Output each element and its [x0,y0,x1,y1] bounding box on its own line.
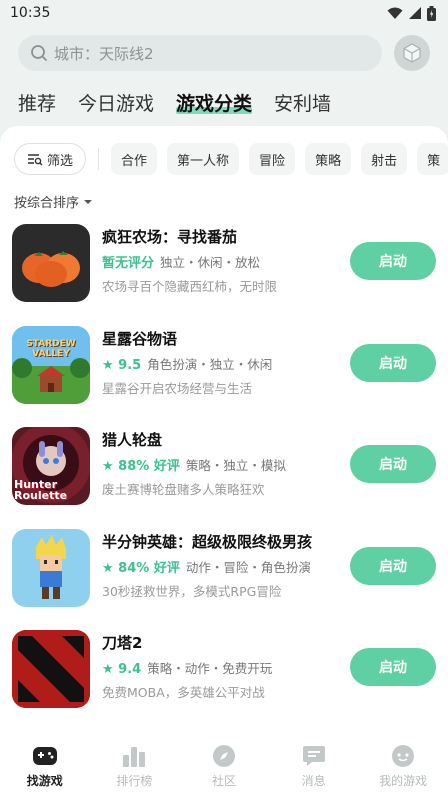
launch-button[interactable]: 启动 [350,546,436,585]
game-description: 星露谷开启农场经营与生活 [102,380,253,396]
tab-today-games[interactable]: 今日游戏 [78,89,154,116]
game-item[interactable]: 半分钟英雄：超级极限终极男孩 ★ 84% 好评 动作・冒险・角色扮演 30秒拯救世… [0,527,448,629]
nav-find-games[interactable]: 找游戏 [5,743,85,789]
tab-game-categories[interactable]: 游戏分类 [176,89,253,116]
game-rating: 暂无评分 [102,256,155,271]
search-row: 城市：天际线2 [0,30,448,76]
nav-label: 排行榜 [116,774,153,788]
chip-strategy[interactable]: 策略 [305,143,352,175]
filter-row: 筛选 合作 第一人称 冒险 策略 射击 策 [14,143,448,175]
pixel-hero-icon [12,528,90,607]
nav-messages[interactable]: 消息 [274,743,354,789]
nav-label: 我的游戏 [379,774,428,788]
message-icon [301,743,327,769]
chip-partial[interactable]: 策 [417,143,448,175]
stardew-icon: STARDEW VALLEY [12,325,90,404]
launch-button[interactable]: 启动 [350,343,436,382]
tab-recommendation-wall[interactable]: 安利墙 [274,89,331,116]
dota2-icon [12,630,90,708]
game-rating: ★ 9.4 [102,662,142,677]
game-tags: 角色扮演・独立・休闲 [147,356,273,372]
game-description: 30秒拯救世界，多模式RPG冒险 [102,583,282,599]
signal-icon [409,7,421,19]
content-panel: 筛选 合作 第一人称 冒险 策略 射击 策 按综合排序 疯狂农场：寻找番茄 暂无… [0,126,448,736]
nav-label: 社区 [211,774,236,788]
game-list: 疯狂农场：寻找番茄 暂无评分 独立・休闲・放松 农场寻百个隐藏西红柿，无时限 启动… [0,222,448,730]
sort-dropdown[interactable]: 按综合排序 [14,192,93,211]
status-time: 10:35 [10,5,51,21]
search-input[interactable]: 城市：天际线2 [18,35,382,71]
tab-recommend[interactable]: 推荐 [18,89,56,116]
launch-button[interactable]: 启动 [350,445,436,483]
avatar-cube-icon [403,43,421,63]
filter-label: 筛选 [47,153,74,169]
game-tags: 独立・休闲・放松 [160,255,261,270]
launch-button[interactable]: 启动 [350,242,436,280]
ranking-icon [121,743,147,769]
game-rating: ★ 84% 好评 [102,560,180,576]
game-item[interactable]: 疯狂农场：寻找番茄 暂无评分 独立・休闲・放松 农场寻百个隐藏西红柿，无时限 启动 [0,222,448,324]
game-item[interactable]: Hunter Roulette 猎人轮盘 ★ 88% 好评 策略・独立・模拟 废土… [0,425,448,527]
tomato-icon [12,224,90,302]
game-rating: ★ 9.5 [102,357,142,373]
profile-icon [390,743,416,769]
chip-adventure[interactable]: 冒险 [249,143,296,175]
nav-label: 找游戏 [26,774,63,788]
status-bar: 10:35 [0,0,448,26]
chip-first-person[interactable]: 第一人称 [167,143,240,175]
launch-button[interactable]: 启动 [350,648,436,686]
game-description: 免费MOBA，多英雄公平对战 [102,685,265,700]
hunter-logo-text: Hunter Roulette [14,478,68,502]
battery-icon [427,5,436,21]
filter-button[interactable]: 筛选 [14,143,87,175]
wifi-icon [387,7,403,19]
nav-community[interactable]: 社区 [184,743,264,789]
nav-my-games[interactable]: 我的游戏 [363,743,443,789]
nav-rankings[interactable]: 排行榜 [94,743,174,789]
game-description: 废土赛博轮盘赌多人策略狂欢 [102,482,265,497]
search-icon [31,45,47,61]
avatar[interactable] [394,35,430,71]
game-tags: 策略・动作・免费开玩 [147,661,273,676]
main-tabs: 推荐 今日游戏 游戏分类 安利墙 [18,86,331,118]
filter-icon [28,154,43,166]
stardew-logo-text: STARDEW VALLEY [26,338,76,359]
nav-label: 消息 [301,774,326,788]
game-item[interactable]: 刀塔2 ★ 9.4 策略・动作・免费开玩 免费MOBA，多英雄公平对战 启动 [0,628,448,730]
game-description: 农场寻百个隐藏西红柿，无时限 [102,279,278,294]
game-rating: ★ 88% 好评 [102,459,180,474]
sort-label: 按综合排序 [14,196,80,211]
chip-shooter[interactable]: 射击 [361,143,408,175]
gamepad-icon [32,743,58,769]
game-tags: 策略・独立・模拟 [185,458,286,473]
chip-coop[interactable]: 合作 [111,143,158,175]
filter-divider [98,148,100,170]
search-placeholder: 城市：天际线2 [54,44,154,63]
game-tags: 动作・冒险・角色扮演 [185,559,311,575]
compass-icon [211,743,237,769]
game-item[interactable]: STARDEW VALLEY 星露谷物语 ★ 9.5 角色扮演・独立・休闲 星露谷… [0,324,448,426]
status-icons [387,5,436,21]
caret-down-icon [84,199,93,204]
bottom-nav: 找游戏 排行榜 社区 消息 我的游戏 [0,736,448,796]
hunter-roulette-icon: Hunter Roulette [12,427,90,505]
